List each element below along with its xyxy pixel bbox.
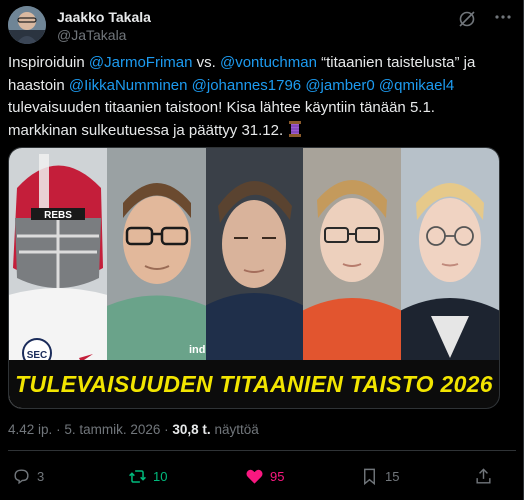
avatar[interactable] bbox=[8, 6, 46, 44]
divider bbox=[8, 450, 516, 451]
tweet-meta: 4.42 ip. · 5. tammik. 2026 · 30,8 t. näy… bbox=[8, 422, 259, 437]
mention-link[interactable]: @qmikael4 bbox=[379, 77, 454, 94]
tweet-text-segment: Inspiroiduin bbox=[8, 54, 89, 71]
share-icon bbox=[476, 467, 491, 484]
tweet-time[interactable]: 4.42 ip. bbox=[8, 422, 52, 437]
tweet-header: Jaakko Takala @JaTakala bbox=[8, 6, 516, 46]
mention-link[interactable]: @johannes1796 bbox=[192, 77, 301, 94]
views-count: 30,8 t. bbox=[172, 422, 211, 437]
author-name[interactable]: Jaakko Takala bbox=[57, 9, 151, 25]
retweet-button[interactable]: 10 bbox=[128, 462, 167, 490]
bookmark-button[interactable]: 15 bbox=[360, 462, 399, 490]
mention-link[interactable]: @IikkaNumminen bbox=[69, 77, 188, 94]
grok-icon[interactable] bbox=[458, 10, 476, 28]
tweet-text-segment: vs. bbox=[192, 54, 220, 71]
image-banner-text: TULEVAISUUDEN TITAANIEN TAISTO 2026 bbox=[15, 370, 493, 397]
bookmark-count: 15 bbox=[385, 468, 400, 484]
meta-separator: · bbox=[56, 422, 61, 437]
heart-icon bbox=[246, 469, 263, 484]
image-watermark: inde bbox=[189, 344, 206, 356]
thread-spool-emoji bbox=[287, 120, 303, 138]
reply-button[interactable]: 3 bbox=[12, 462, 44, 490]
retweet-icon bbox=[129, 469, 146, 483]
tweet-image[interactable]: REBS SEC inde bbox=[8, 147, 500, 409]
mention-link[interactable]: @JarmoFriman bbox=[89, 54, 193, 71]
tweet-date[interactable]: 5. tammik. 2026 bbox=[64, 422, 160, 437]
mention-link[interactable]: @vontuchman bbox=[220, 54, 317, 71]
author-handle[interactable]: @JaTakala bbox=[57, 27, 126, 43]
helmet-text: REBS bbox=[44, 210, 72, 221]
tweet-text-segment: tulevaisuuden titaanien taistoon! Kisa l… bbox=[8, 99, 435, 139]
views-label: näyttöä bbox=[214, 422, 259, 437]
like-button[interactable]: 95 bbox=[245, 462, 284, 490]
image-banner: TULEVAISUUDEN TITAANIEN TAISTO 2026 bbox=[9, 360, 499, 408]
retweet-count: 10 bbox=[153, 468, 168, 484]
like-count: 95 bbox=[270, 468, 285, 484]
bookmark-icon bbox=[364, 468, 375, 485]
action-bar: 3 10 95 15 bbox=[0, 462, 524, 490]
reply-count: 3 bbox=[37, 468, 45, 484]
mention-link[interactable]: @jamber0 bbox=[305, 77, 374, 94]
tweet-body: Inspiroiduin @JarmoFriman vs. @vontuchma… bbox=[8, 54, 475, 139]
tweet-text: Inspiroiduin @JarmoFriman vs. @vontuchma… bbox=[8, 52, 508, 142]
share-button[interactable] bbox=[474, 462, 499, 490]
meta-separator-2: · bbox=[164, 422, 169, 437]
reply-icon bbox=[14, 468, 29, 484]
more-options-icon[interactable] bbox=[494, 8, 512, 26]
